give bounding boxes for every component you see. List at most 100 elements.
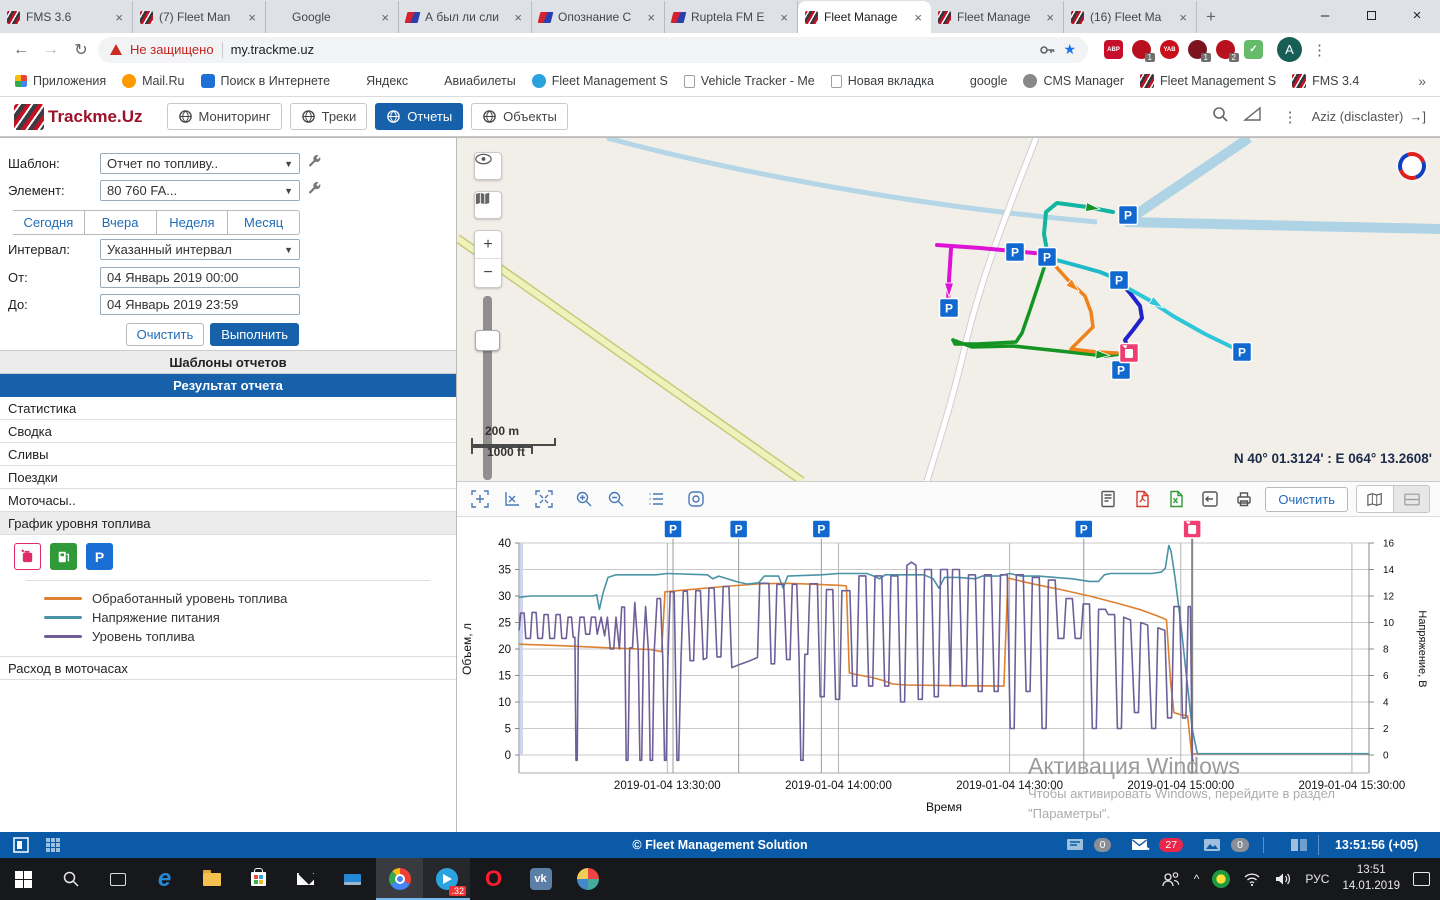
fuel-chart-panel[interactable]: 051015202530354002468101214162019-01-04 … [457,517,1440,828]
zoom-in-chart-icon[interactable] [571,487,597,511]
show-map-toggle[interactable] [1357,486,1393,512]
bookmark-item[interactable]: Приложения [8,71,113,91]
report-menu-item[interactable]: Поездки [0,466,456,489]
task-view-icon[interactable] [94,858,141,900]
taskbar-search-icon[interactable] [47,858,94,900]
element-settings-wrench-icon[interactable] [306,181,324,199]
browser-tab[interactable]: Google × [266,1,399,33]
import-icon[interactable] [1197,487,1223,511]
image-notifications-icon[interactable] [1201,836,1223,854]
clear-chart-button[interactable]: Очистить [1265,487,1348,512]
fuel-can-toggle-icon[interactable] [14,543,41,570]
window-minimize-button[interactable]: – [1302,0,1348,30]
report-menu-item-consumption[interactable]: Расход в моточасах [0,657,456,680]
nav-item[interactable]: Отчеты [375,103,463,130]
ruler-icon[interactable] [1243,106,1263,127]
from-date-input[interactable]: 04 Январь 2019 00:00 [100,267,300,288]
bookmark-item[interactable]: Новая вкладка [824,71,941,91]
tab-close-icon[interactable]: × [912,10,924,25]
map-canvas[interactable]: PPPPPPP [457,138,1440,481]
nav-item[interactable]: Объекты [471,103,568,130]
tab-close-icon[interactable]: × [246,10,258,25]
tab-close-icon[interactable]: × [113,10,125,25]
element-select[interactable]: 80 760 FA... ▼ [100,180,300,201]
report-menu-item[interactable]: Моточасы.. [0,489,456,512]
edge-icon[interactable]: e [141,858,188,900]
opera-taskbar-icon[interactable]: O [470,858,517,900]
quick-range-button[interactable]: Месяц [228,210,300,235]
my-computer-icon[interactable] [329,858,376,900]
profile-avatar[interactable]: A [1277,37,1302,62]
template-select[interactable]: Отчет по топливу.. ▼ [100,153,300,174]
browser-menu-icon[interactable]: ⋮ [1312,41,1327,59]
language-indicator[interactable]: РУС [1305,872,1329,886]
action-center-icon[interactable] [1413,872,1430,886]
bookmark-item[interactable]: Авиабилеты [417,71,523,91]
visibility-eye-button[interactable] [474,152,502,180]
tab-close-icon[interactable]: × [645,10,657,25]
reload-button[interactable]: ↻ [68,37,94,63]
fuel-station-toggle-icon[interactable] [50,543,77,570]
search-icon[interactable] [1211,105,1229,128]
bookmark-item[interactable]: Яндекс [339,71,415,91]
window-close-button[interactable]: × [1394,0,1440,30]
tab-close-icon[interactable]: × [778,10,790,25]
password-key-icon[interactable] [1039,42,1055,58]
wifi-icon[interactable] [1243,872,1261,886]
report-menu-item-fuel-chart[interactable]: График уровня топлива [0,512,456,535]
quick-range-button[interactable]: Вчера [85,210,157,235]
browser-tab[interactable]: Ruptela FM E × [665,1,798,33]
people-icon[interactable] [1161,871,1181,887]
extension-icon[interactable]: 2 [1216,40,1235,59]
browser-tab[interactable]: Fleet Manage × [798,1,931,33]
interval-select[interactable]: Указанный интервал ▼ [100,239,300,260]
report-menu-item[interactable]: Статистика [0,397,456,420]
snapshot-icon[interactable] [683,487,709,511]
parking-toggle-icon[interactable]: P [86,543,113,570]
map-layers-button[interactable] [474,191,502,219]
run-report-button[interactable]: Выполнить [210,323,299,346]
vk-taskbar-icon[interactable]: vk [517,858,564,900]
tab-close-icon[interactable]: × [512,10,524,25]
tab-close-icon[interactable]: × [1177,10,1189,25]
browser-tab[interactable]: Fleet Manage × [931,1,1064,33]
monitor-notifications-icon[interactable] [1064,836,1086,854]
bookmark-item[interactable]: FMS 3.4 [1285,71,1366,91]
logout-icon[interactable]: →] [1409,109,1426,124]
extension-icon[interactable]: ✓ [1244,40,1263,59]
bookmark-item[interactable]: Mail.Ru [115,71,191,91]
bookmark-item[interactable]: Fleet Management S [525,71,675,91]
report-menu-item[interactable]: Сливы [0,443,456,466]
nav-item[interactable]: Треки [290,103,368,130]
mail-app-icon[interactable] [282,858,329,900]
tab-close-icon[interactable]: × [1044,10,1056,25]
zoom-out-chart-icon[interactable] [603,487,629,511]
fuel-level-chart[interactable]: 051015202530354002468101214162019-01-04 … [457,517,1440,828]
browser-tab[interactable]: Опознание С × [532,1,665,33]
extension-icon[interactable]: YAB [1160,40,1179,59]
extension-icon[interactable]: 1 [1188,40,1207,59]
legend-list-icon[interactable] [643,487,669,511]
browser-tab[interactable]: А был ли сли × [399,1,532,33]
columns-icon[interactable] [1288,836,1310,854]
bookmark-item[interactable]: Fleet Management S [1133,71,1283,91]
box-select-icon[interactable] [467,487,493,511]
map-panel[interactable]: PPPPPPP + − 200 m 1000 ft N 40° 01.3124'… [457,137,1440,481]
split-layout-toggle[interactable] [1393,486,1429,512]
bookmark-star-icon[interactable]: ★ [1063,41,1076,58]
to-date-input[interactable]: 04 Январь 2019 23:59 [100,294,300,315]
mail-notifications-icon[interactable] [1129,836,1151,854]
template-settings-wrench-icon[interactable] [306,154,324,172]
more-options-icon[interactable]: ⋮ [1283,108,1298,126]
bookmark-item[interactable]: google [943,71,1015,91]
bookmark-item[interactable]: CMS Manager [1016,71,1131,91]
bookmark-item[interactable]: Vehicle Tracker - Me [677,71,822,91]
antivirus-icon[interactable] [1212,870,1230,888]
browser-tab[interactable]: (16) Fleet Ma × [1064,1,1197,33]
export-pdf-icon[interactable] [1129,487,1155,511]
krita-taskbar-icon[interactable] [564,858,611,900]
url-bar[interactable]: Не защищено my.trackme.uz ★ [98,37,1088,63]
bookmark-item[interactable]: Поиск в Интернете [194,71,338,91]
forward-button[interactable]: → [38,37,64,63]
url-text[interactable]: my.trackme.uz [231,42,1032,57]
